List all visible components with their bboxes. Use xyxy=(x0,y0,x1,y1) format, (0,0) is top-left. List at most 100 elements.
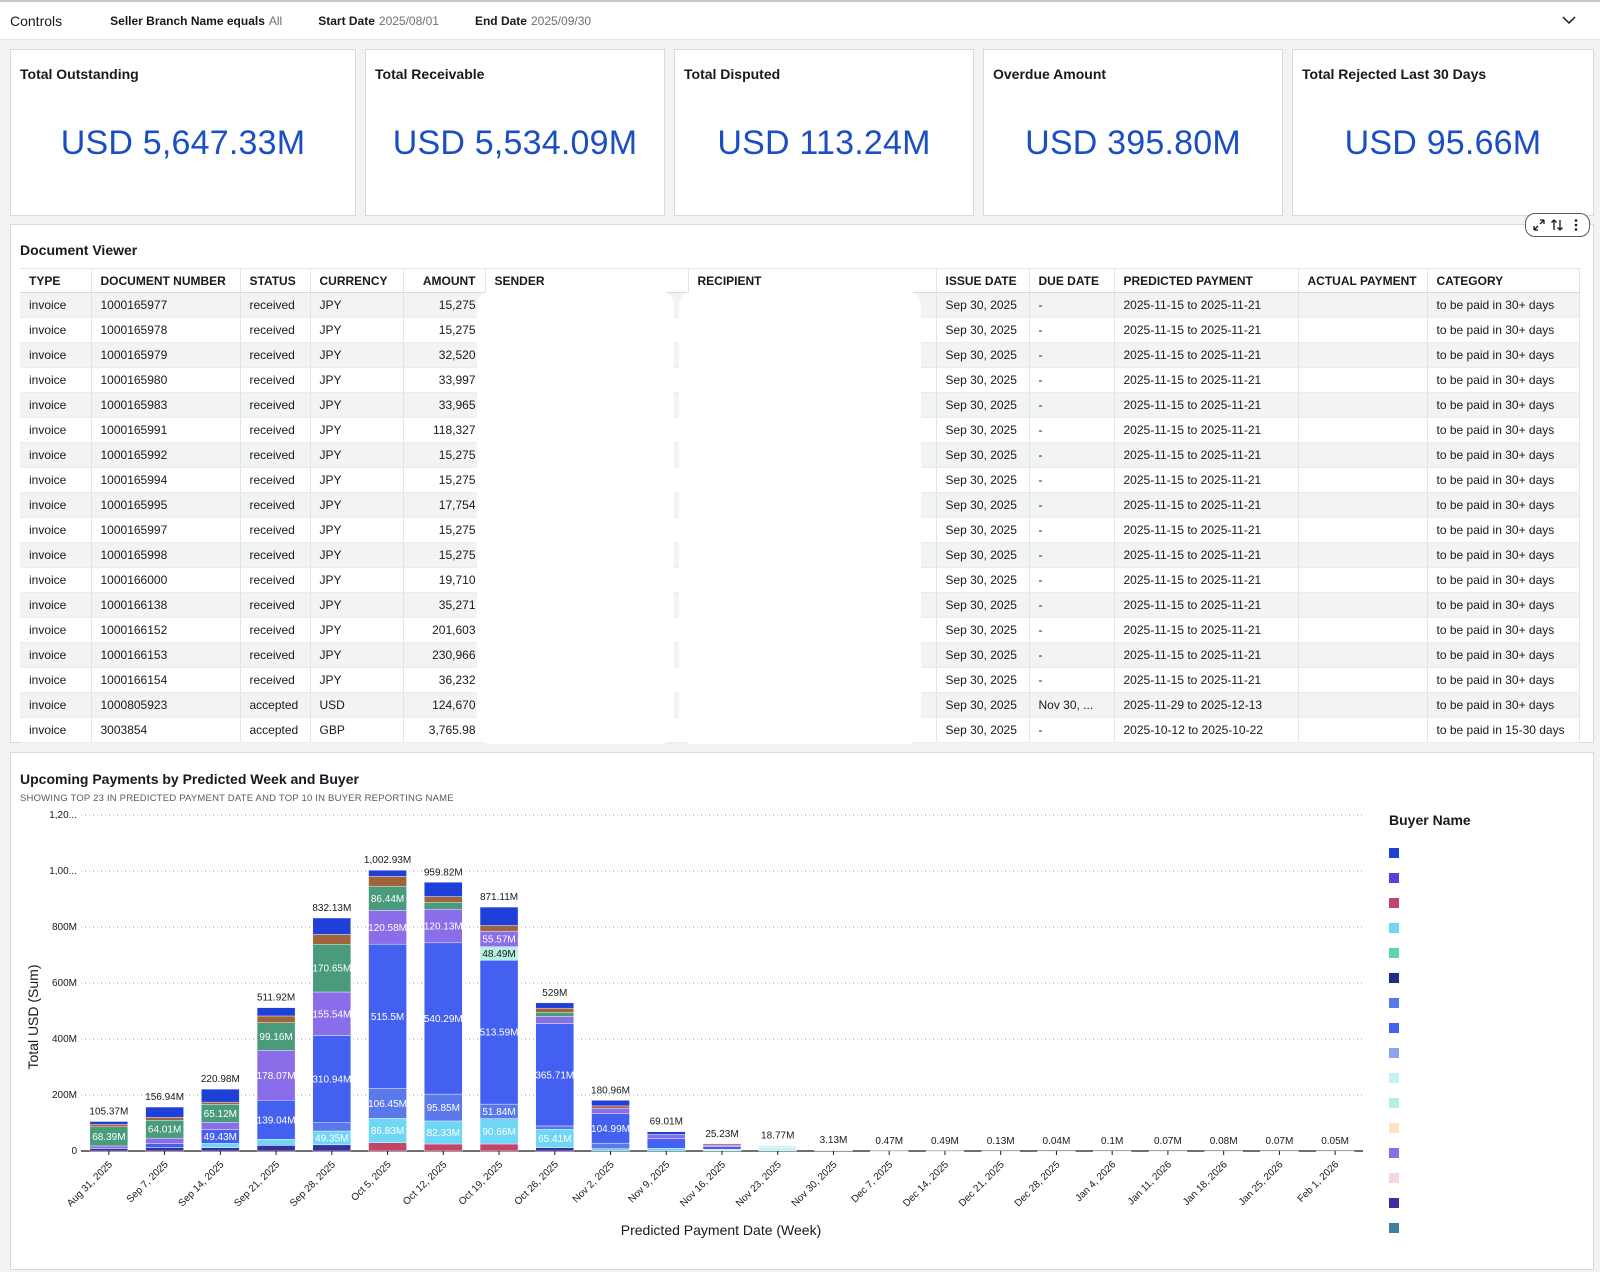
cell-type: invoice xyxy=(20,592,92,618)
column-header-type[interactable]: TYPE xyxy=(20,268,92,293)
bar-segment xyxy=(256,1139,296,1146)
cell-category: to be paid in 30+ days xyxy=(1427,392,1580,418)
chevron-down-icon[interactable] xyxy=(1562,13,1576,27)
x-tick-label: Feb 1, 2026 xyxy=(1296,1159,1342,1205)
cell-due-date: - xyxy=(1029,567,1115,593)
kpi-total-disputed: Total Disputed USD 113.24M xyxy=(674,49,974,216)
bar-total-label: 0.05M xyxy=(1321,1136,1349,1147)
cell-actual-payment xyxy=(1298,442,1428,468)
column-header-currency[interactable]: CURRENCY xyxy=(310,268,404,293)
legend-swatch[interactable] xyxy=(1389,1098,1399,1108)
bar-segment xyxy=(424,896,463,903)
segment-label: 120.13M xyxy=(424,922,463,933)
filter-end-date[interactable]: End Date 2025/09/30 xyxy=(475,14,591,28)
cell-amount: 32,520 xyxy=(403,342,486,368)
legend-swatch[interactable] xyxy=(1389,898,1399,908)
column-header-recipient[interactable]: RECIPIENT xyxy=(688,268,937,293)
cell-status: received xyxy=(240,317,311,343)
sort-icon[interactable] xyxy=(1550,218,1564,232)
bar-segment xyxy=(312,917,352,935)
column-header-sender[interactable]: SENDER xyxy=(485,268,689,293)
legend-swatch[interactable] xyxy=(1389,1148,1399,1158)
bar-segment xyxy=(535,1147,574,1152)
cell-category: to be paid in 30+ days xyxy=(1427,617,1580,643)
legend-swatch[interactable] xyxy=(1389,1173,1399,1183)
cell-amount: 15,275 xyxy=(403,517,486,543)
cell-category: to be paid in 30+ days xyxy=(1427,492,1580,518)
bar-segment xyxy=(591,1148,630,1152)
cell-status: accepted xyxy=(240,692,311,718)
kpi-title: Total Disputed xyxy=(684,66,781,82)
column-header-category[interactable]: CATEGORY xyxy=(1427,268,1580,293)
column-header-predicted-payment[interactable]: PREDICTED PAYMENT xyxy=(1114,268,1299,293)
controls-bar[interactable]: Controls Seller Branch Name equals All St… xyxy=(0,0,1600,40)
segment-label: 65.12M xyxy=(204,1109,237,1120)
legend-swatch[interactable] xyxy=(1389,1073,1399,1083)
x-tick-label: Aug 31, 2025 xyxy=(65,1159,115,1209)
column-header-status[interactable]: STATUS xyxy=(240,268,311,293)
bar-segment xyxy=(368,869,407,877)
kpi-title: Total Outstanding xyxy=(20,66,139,82)
filter-seller-branch[interactable]: Seller Branch Name equals All xyxy=(110,14,282,28)
cell-document-number: 3003854 xyxy=(91,717,241,743)
legend-swatch[interactable] xyxy=(1389,1023,1399,1033)
cell-type: invoice xyxy=(20,717,92,743)
filter-value: 2025/09/30 xyxy=(530,13,592,28)
column-header-document-number[interactable]: DOCUMENT NUMBER xyxy=(91,268,241,293)
legend-swatch[interactable] xyxy=(1389,973,1399,983)
segment-label: 365.71M xyxy=(535,1070,574,1081)
legend-swatch[interactable] xyxy=(1389,873,1399,883)
bar-segment xyxy=(758,1145,797,1148)
cell-currency: JPY xyxy=(310,342,404,368)
column-header-due-date[interactable]: DUE DATE xyxy=(1029,268,1115,293)
cell-actual-payment xyxy=(1298,342,1428,368)
legend-swatch[interactable] xyxy=(1389,1198,1399,1208)
cell-currency: JPY xyxy=(310,517,404,543)
cell-document-number: 1000165995 xyxy=(91,492,241,518)
bar-segment xyxy=(535,1002,574,1009)
legend-swatch[interactable] xyxy=(1389,1123,1399,1133)
cell-due-date: - xyxy=(1029,392,1115,418)
filter-label: End Date xyxy=(474,13,527,28)
cell-issue-date: Sep 30, 2025 xyxy=(936,292,1030,318)
bar-segment xyxy=(145,1117,184,1121)
filter-start-date[interactable]: Start Date 2025/08/01 xyxy=(318,14,439,28)
segment-label: 95.85M xyxy=(427,1103,460,1114)
table-header-row: TYPE DOCUMENT NUMBER STATUS CURRENCY AMOUNT S… xyxy=(20,268,1580,293)
cell-predicted-payment: 2025-11-15 to 2025-11-21 xyxy=(1114,317,1299,343)
cell-predicted-payment: 2025-11-15 to 2025-11-21 xyxy=(1114,517,1299,543)
y-tick-label: 1,20... xyxy=(49,810,77,821)
legend-swatch[interactable] xyxy=(1389,923,1399,933)
column-header-issue-date[interactable]: ISSUE DATE xyxy=(936,268,1030,293)
legend-swatch[interactable] xyxy=(1389,948,1399,958)
cell-type: invoice xyxy=(20,292,92,318)
cell-document-number: 1000165977 xyxy=(91,292,241,318)
legend-swatch[interactable] xyxy=(1389,1048,1399,1058)
cell-predicted-payment: 2025-11-15 to 2025-11-21 xyxy=(1114,367,1299,393)
legend-swatch[interactable] xyxy=(1389,848,1399,858)
more-options-icon[interactable] xyxy=(1569,218,1583,232)
bar-segment xyxy=(702,1143,742,1146)
bar-segment xyxy=(591,1105,630,1109)
cell-due-date: - xyxy=(1029,717,1115,743)
payments-chart-panel: Upcoming Payments by Predicted Week and … xyxy=(10,752,1594,1270)
cell-category: to be paid in 30+ days xyxy=(1427,292,1580,318)
cell-due-date: - xyxy=(1029,667,1115,693)
expand-icon[interactable] xyxy=(1532,218,1546,232)
bar-segment xyxy=(145,1106,184,1118)
column-header-amount[interactable]: AMOUNT xyxy=(403,268,486,293)
cell-currency: JPY xyxy=(310,542,404,568)
x-tick-label: Jan 18, 2026 xyxy=(1181,1159,1230,1208)
column-header-actual-payment[interactable]: ACTUAL PAYMENT xyxy=(1298,268,1428,293)
bar-segment xyxy=(535,1125,574,1130)
cell-status: received xyxy=(240,392,311,418)
legend-swatch[interactable] xyxy=(1389,998,1399,1008)
x-axis-title: Predicted Payment Date (Week) xyxy=(621,1222,822,1238)
cell-actual-payment xyxy=(1298,492,1428,518)
legend-swatch[interactable] xyxy=(1389,1223,1399,1233)
kpi-title: Total Rejected Last 30 Days xyxy=(1302,66,1487,82)
cell-due-date: - xyxy=(1029,467,1115,493)
panel-title: Document Viewer xyxy=(20,242,138,258)
x-tick-label: Dec 14, 2025 xyxy=(901,1159,951,1209)
cell-document-number: 1000805923 xyxy=(91,692,241,718)
